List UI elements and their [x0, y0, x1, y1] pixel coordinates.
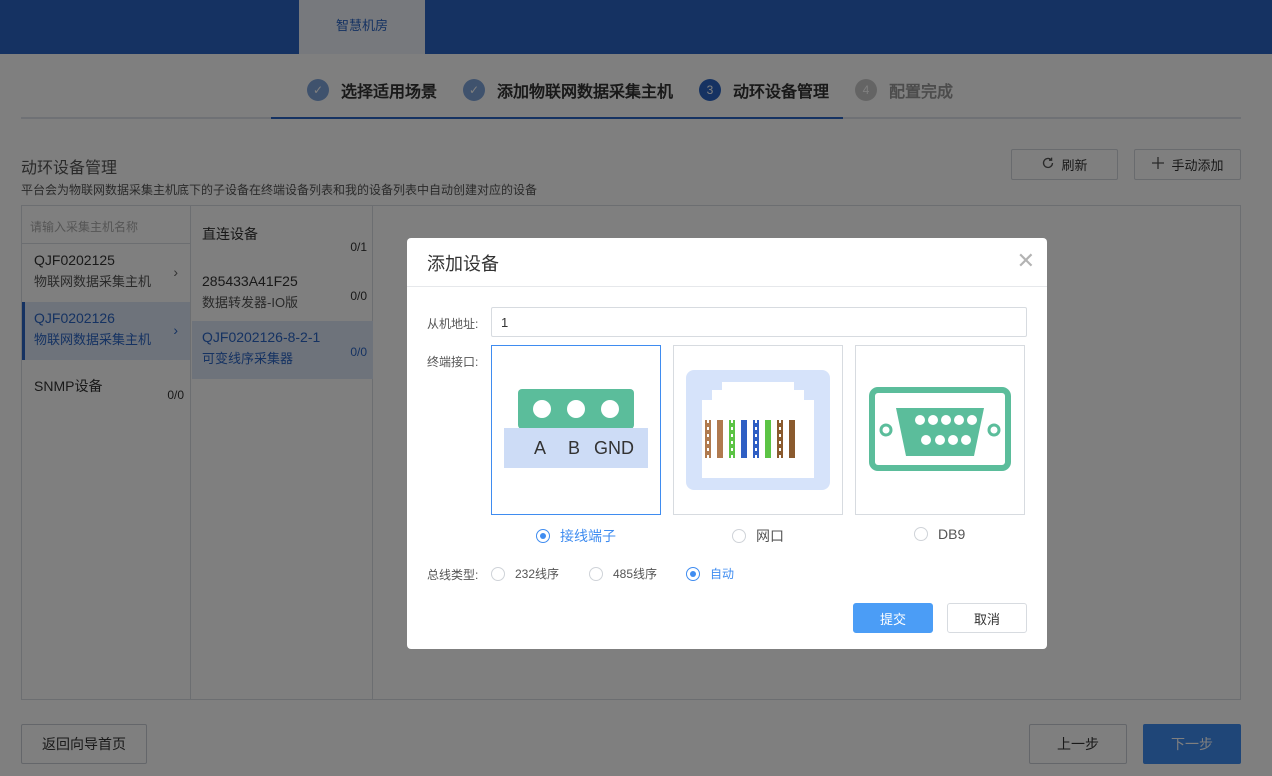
add-device-dialog: 添加设备 ✕ 从机地址: 1 终端接口: A B GND 接线端子 网口 DB9…	[407, 238, 1047, 649]
radio-unselected[interactable]	[914, 527, 928, 541]
terminal-option-db9[interactable]: DB9	[914, 526, 965, 542]
radio-unselected[interactable]	[491, 566, 505, 581]
pin-a-label: A	[534, 438, 547, 458]
terminal-block-icon	[504, 389, 648, 468]
option-label: 485线序	[613, 567, 658, 581]
bus-option-auto[interactable]: 自动	[686, 565, 734, 582]
option-label: 网口	[756, 528, 784, 544]
terminal-option-terminal-block[interactable]: 接线端子	[536, 526, 616, 546]
terminal-block-card[interactable]: A B GND	[491, 345, 661, 515]
option-label: 接线端子	[560, 528, 616, 544]
radio-unselected[interactable]	[732, 529, 746, 543]
ethernet-port-card[interactable]	[673, 345, 843, 515]
terminal-option-ethernet[interactable]: 网口	[732, 526, 784, 546]
db9-connector-icon	[869, 387, 1011, 471]
dialog-header: 添加设备 ✕	[407, 238, 1047, 287]
radio-selected[interactable]	[686, 566, 700, 581]
cancel-button[interactable]: 取消	[947, 603, 1027, 633]
bus-option-485[interactable]: 485线序	[589, 565, 657, 582]
bus-option-232[interactable]: 232线序	[491, 565, 559, 582]
option-label: 自动	[710, 567, 735, 581]
radio-selected[interactable]	[536, 529, 550, 543]
bus-type-label: 总线类型:	[427, 568, 479, 582]
rj45-port-icon	[686, 370, 830, 490]
option-label: 232线序	[515, 567, 560, 581]
close-icon[interactable]: ✕	[1017, 248, 1035, 274]
pin-gnd-label: GND	[594, 438, 634, 458]
db9-card[interactable]	[855, 345, 1025, 515]
dialog-title: 添加设备	[427, 254, 499, 274]
radio-unselected[interactable]	[589, 566, 603, 581]
terminal-interface-label: 终端接口:	[427, 355, 479, 369]
slave-address-input[interactable]: 1	[491, 307, 1027, 337]
option-label: DB9	[938, 526, 966, 542]
submit-button[interactable]: 提交	[853, 603, 933, 633]
pin-b-label: B	[568, 438, 581, 458]
slave-address-label: 从机地址:	[427, 317, 479, 331]
